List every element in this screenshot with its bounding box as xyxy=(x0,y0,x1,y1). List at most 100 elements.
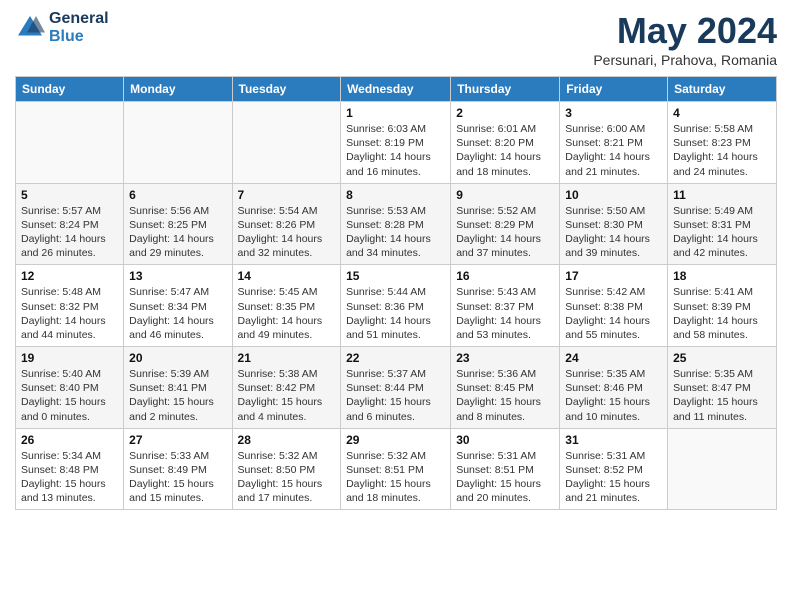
day-info: Sunrise: 5:35 AMSunset: 8:46 PMDaylight:… xyxy=(565,367,662,424)
calendar-header-wednesday: Wednesday xyxy=(341,77,451,102)
calendar-week-2: 5 Sunrise: 5:57 AMSunset: 8:24 PMDaylight… xyxy=(16,183,777,265)
calendar-cell: 11 Sunrise: 5:49 AMSunset: 8:31 PMDayligh… xyxy=(668,183,777,265)
calendar-cell: 28 Sunrise: 5:32 AMSunset: 8:50 PMDayligh… xyxy=(232,428,341,510)
day-info: Sunrise: 5:47 AMSunset: 8:34 PMDaylight:… xyxy=(129,285,226,342)
calendar-cell: 6Sunrise: 5:56 AMSunset: 8:25 PMDaylight… xyxy=(124,183,232,265)
day-info: Sunrise: 5:32 AMSunset: 8:50 PMDaylight:… xyxy=(238,449,336,506)
day-info: Sunrise: 5:38 AMSunset: 8:42 PMDaylight:… xyxy=(238,367,336,424)
calendar-cell xyxy=(232,102,341,184)
day-number: 4 xyxy=(673,106,771,120)
calendar-header-sunday: Sunday xyxy=(16,77,124,102)
calendar-cell: 9Sunrise: 5:52 AMSunset: 8:29 PMDaylight… xyxy=(451,183,560,265)
day-number: 30 xyxy=(456,433,554,447)
day-number: 7 xyxy=(238,188,336,202)
calendar-header-thursday: Thursday xyxy=(451,77,560,102)
page-header: General Blue May 2024 Persunari, Prahova… xyxy=(15,10,777,68)
day-number: 15 xyxy=(346,269,445,283)
calendar-cell: 2 Sunrise: 6:01 AMSunset: 8:20 PMDaylight… xyxy=(451,102,560,184)
day-info: Sunrise: 5:31 AMSunset: 8:52 PMDaylight:… xyxy=(565,449,662,506)
day-number: 5 xyxy=(21,188,118,202)
calendar-header-tuesday: Tuesday xyxy=(232,77,341,102)
title-block: May 2024 Persunari, Prahova, Romania xyxy=(593,10,777,68)
day-info: Sunrise: 6:01 AMSunset: 8:20 PMDaylight:… xyxy=(456,122,554,179)
calendar-header-row: SundayMondayTuesdayWednesdayThursdayFrid… xyxy=(16,77,777,102)
logo-text-blue: Blue xyxy=(49,28,109,46)
calendar-body: 1 Sunrise: 6:03 AMSunset: 8:19 PMDaylight… xyxy=(16,102,777,510)
logo-text-general: General xyxy=(49,10,109,28)
calendar-cell: 15Sunrise: 5:44 AMSunset: 8:36 PMDayligh… xyxy=(341,265,451,347)
day-info: Sunrise: 5:49 AMSunset: 8:31 PMDaylight:… xyxy=(673,204,771,261)
day-info: Sunrise: 5:57 AMSunset: 8:24 PMDaylight:… xyxy=(21,204,118,261)
calendar-cell: 24 Sunrise: 5:35 AMSunset: 8:46 PMDayligh… xyxy=(560,347,668,429)
calendar-cell: 4Sunrise: 5:58 AMSunset: 8:23 PMDaylight… xyxy=(668,102,777,184)
calendar-cell: 20 Sunrise: 5:39 AMSunset: 8:41 PMDayligh… xyxy=(124,347,232,429)
calendar-cell: 25 Sunrise: 5:35 AMSunset: 8:47 PMDayligh… xyxy=(668,347,777,429)
logo-icon xyxy=(15,13,45,43)
day-info: Sunrise: 5:54 AMSunset: 8:26 PMDaylight:… xyxy=(238,204,336,261)
day-number: 20 xyxy=(129,351,226,365)
location-subtitle: Persunari, Prahova, Romania xyxy=(593,52,777,68)
day-info: Sunrise: 5:31 AMSunset: 8:51 PMDaylight:… xyxy=(456,449,554,506)
day-info: Sunrise: 5:40 AMSunset: 8:40 PMDaylight:… xyxy=(21,367,118,424)
day-number: 23 xyxy=(456,351,554,365)
day-number: 3 xyxy=(565,106,662,120)
calendar-cell: 23 Sunrise: 5:36 AMSunset: 8:45 PMDayligh… xyxy=(451,347,560,429)
calendar-header-friday: Friday xyxy=(560,77,668,102)
day-info: Sunrise: 5:34 AMSunset: 8:48 PMDaylight:… xyxy=(21,449,118,506)
calendar-cell: 19 Sunrise: 5:40 AMSunset: 8:40 PMDayligh… xyxy=(16,347,124,429)
day-info: Sunrise: 5:50 AMSunset: 8:30 PMDaylight:… xyxy=(565,204,662,261)
day-info: Sunrise: 5:41 AMSunset: 8:39 PMDaylight:… xyxy=(673,285,771,342)
calendar-cell: 3 Sunrise: 6:00 AMSunset: 8:21 PMDaylight… xyxy=(560,102,668,184)
calendar-cell: 30 Sunrise: 5:31 AMSunset: 8:51 PMDayligh… xyxy=(451,428,560,510)
calendar-cell xyxy=(124,102,232,184)
calendar-header-saturday: Saturday xyxy=(668,77,777,102)
calendar-week-5: 26 Sunrise: 5:34 AMSunset: 8:48 PMDayligh… xyxy=(16,428,777,510)
day-info: Sunrise: 5:48 AMSunset: 8:32 PMDaylight:… xyxy=(21,285,118,342)
calendar-cell xyxy=(16,102,124,184)
calendar-cell: 5 Sunrise: 5:57 AMSunset: 8:24 PMDaylight… xyxy=(16,183,124,265)
calendar-cell: 7 Sunrise: 5:54 AMSunset: 8:26 PMDaylight… xyxy=(232,183,341,265)
calendar-header-monday: Monday xyxy=(124,77,232,102)
day-number: 16 xyxy=(456,269,554,283)
day-info: Sunrise: 5:37 AMSunset: 8:44 PMDaylight:… xyxy=(346,367,445,424)
calendar-cell: 10Sunrise: 5:50 AMSunset: 8:30 PMDayligh… xyxy=(560,183,668,265)
day-number: 21 xyxy=(238,351,336,365)
calendar-cell: 29Sunrise: 5:32 AMSunset: 8:51 PMDayligh… xyxy=(341,428,451,510)
day-number: 27 xyxy=(129,433,226,447)
day-number: 6 xyxy=(129,188,226,202)
calendar-cell: 1 Sunrise: 6:03 AMSunset: 8:19 PMDaylight… xyxy=(341,102,451,184)
calendar-cell: 26 Sunrise: 5:34 AMSunset: 8:48 PMDayligh… xyxy=(16,428,124,510)
day-number: 12 xyxy=(21,269,118,283)
calendar-cell: 8Sunrise: 5:53 AMSunset: 8:28 PMDaylight… xyxy=(341,183,451,265)
day-number: 29 xyxy=(346,433,445,447)
day-info: Sunrise: 5:35 AMSunset: 8:47 PMDaylight:… xyxy=(673,367,771,424)
day-number: 25 xyxy=(673,351,771,365)
day-info: Sunrise: 5:42 AMSunset: 8:38 PMDaylight:… xyxy=(565,285,662,342)
month-title: May 2024 xyxy=(593,10,777,52)
day-number: 9 xyxy=(456,188,554,202)
day-info: Sunrise: 5:36 AMSunset: 8:45 PMDaylight:… xyxy=(456,367,554,424)
day-number: 26 xyxy=(21,433,118,447)
calendar-cell: 22 Sunrise: 5:37 AMSunset: 8:44 PMDayligh… xyxy=(341,347,451,429)
day-info: Sunrise: 5:39 AMSunset: 8:41 PMDaylight:… xyxy=(129,367,226,424)
day-number: 2 xyxy=(456,106,554,120)
day-info: Sunrise: 5:33 AMSunset: 8:49 PMDaylight:… xyxy=(129,449,226,506)
day-number: 11 xyxy=(673,188,771,202)
day-number: 28 xyxy=(238,433,336,447)
day-info: Sunrise: 6:00 AMSunset: 8:21 PMDaylight:… xyxy=(565,122,662,179)
calendar-week-3: 12 Sunrise: 5:48 AMSunset: 8:32 PMDayligh… xyxy=(16,265,777,347)
calendar-cell: 16Sunrise: 5:43 AMSunset: 8:37 PMDayligh… xyxy=(451,265,560,347)
calendar-cell: 31 Sunrise: 5:31 AMSunset: 8:52 PMDayligh… xyxy=(560,428,668,510)
day-number: 1 xyxy=(346,106,445,120)
day-number: 24 xyxy=(565,351,662,365)
calendar-week-4: 19 Sunrise: 5:40 AMSunset: 8:40 PMDayligh… xyxy=(16,347,777,429)
day-number: 19 xyxy=(21,351,118,365)
day-number: 13 xyxy=(129,269,226,283)
day-info: Sunrise: 6:03 AMSunset: 8:19 PMDaylight:… xyxy=(346,122,445,179)
calendar-cell: 27 Sunrise: 5:33 AMSunset: 8:49 PMDayligh… xyxy=(124,428,232,510)
day-number: 22 xyxy=(346,351,445,365)
logo: General Blue xyxy=(15,10,109,45)
calendar-table: SundayMondayTuesdayWednesdayThursdayFrid… xyxy=(15,76,777,510)
calendar-cell: 21 Sunrise: 5:38 AMSunset: 8:42 PMDayligh… xyxy=(232,347,341,429)
day-number: 31 xyxy=(565,433,662,447)
